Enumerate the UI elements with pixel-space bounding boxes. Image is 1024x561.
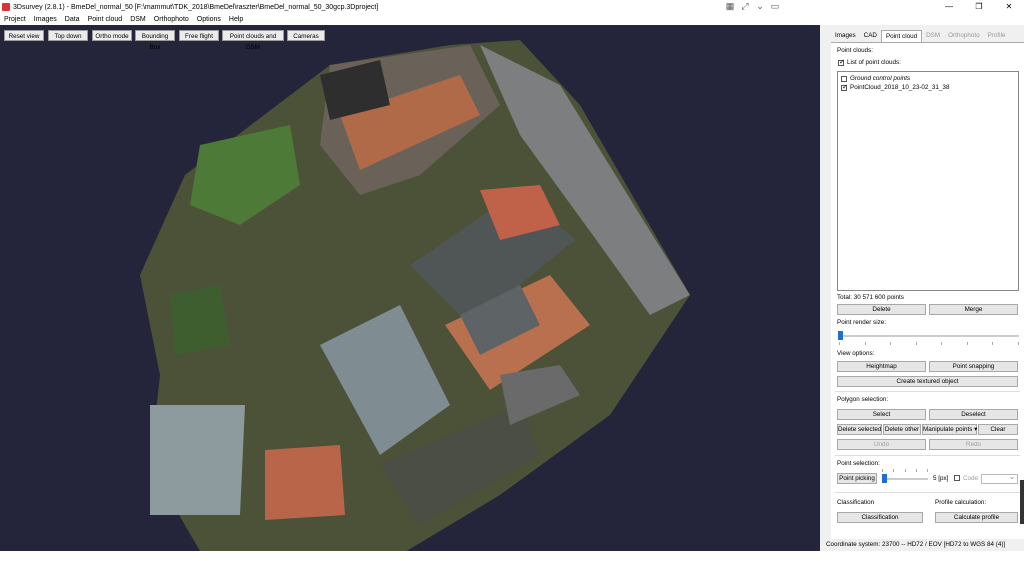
point-render-size-track[interactable] (839, 335, 1019, 337)
point-snapping-button[interactable]: Point snapping (929, 361, 1018, 372)
list-point-clouds-checkbox[interactable] (838, 58, 845, 66)
reset-view-button[interactable]: Reset view (4, 30, 44, 41)
title-bar: 3Dsurvey (2.8.1) - BmeDel_normal_50 [F:\… (0, 0, 1024, 14)
chevron-down-icon[interactable]: ⌄ (754, 1, 766, 12)
dropdown-arrow-icon: ▾ (972, 426, 978, 433)
list-point-clouds-label: List of point clouds: (847, 59, 901, 66)
manipulate-points-label: Manipulate points (923, 426, 973, 433)
delete-selected-button[interactable]: Delete selected (837, 424, 882, 435)
point-render-size-slider[interactable] (838, 331, 843, 340)
point-cloud-render (140, 40, 690, 551)
app-logo-icon (2, 3, 10, 11)
menu-help[interactable]: Help (225, 16, 247, 23)
status-bar: Coordinate system: 23700 -- HD72 / EOV [… (826, 541, 1006, 548)
code-label: Code: (963, 475, 980, 482)
classification-label: Classification (837, 499, 875, 506)
fullscreen-icon[interactable]: ⤢ (739, 1, 751, 12)
divider (835, 455, 1020, 456)
divider (835, 492, 1020, 493)
restore-button[interactable]: ❐ (964, 0, 994, 14)
close-button[interactable]: ✕ (994, 0, 1024, 14)
ground-control-points-checkbox[interactable] (841, 76, 847, 82)
panel-tabs: Images CAD Point cloud DSM Orthophoto Pr… (831, 30, 1009, 42)
point-cloud-list[interactable]: Ground control points PointCloud_2018_10… (837, 71, 1019, 291)
total-points: Total: 30 571 600 points (837, 294, 904, 301)
tab-point-cloud[interactable]: Point cloud (880, 30, 923, 42)
manipulate-points-dropdown[interactable]: Manipulate points ▾ (922, 424, 977, 435)
ortho-mode-button[interactable]: Ortho mode (92, 30, 132, 41)
heightmap-button[interactable]: Heightmap (837, 361, 926, 372)
grid-icon[interactable]: ▦ (724, 1, 736, 12)
point-cloud-pane: Point clouds: List of point clouds: Grou… (831, 42, 1024, 539)
point-cloud-checkbox[interactable] (841, 83, 848, 91)
point-picking-button[interactable]: Point picking (837, 473, 877, 484)
menu-orthophoto[interactable]: Orthophoto (150, 16, 193, 23)
tab-dsm[interactable]: DSM (922, 30, 944, 42)
window-title: 3Dsurvey (2.8.1) - BmeDel_normal_50 [F:\… (13, 3, 379, 11)
view-options-label: View options: (837, 350, 875, 357)
point-selection-label: Point selection: (837, 460, 880, 467)
delete-other-button[interactable]: Delete other (883, 424, 921, 435)
pick-size-slider[interactable] (882, 474, 887, 483)
bounding-box-button[interactable]: Bounding Box (135, 30, 175, 51)
point-render-size-label: Point render size: (837, 319, 887, 326)
right-panel: Images CAD Point cloud DSM Orthophoto Pr… (831, 28, 1024, 539)
select-button[interactable]: Select (837, 409, 926, 420)
redo-button[interactable]: Redo (929, 439, 1018, 450)
deselect-button[interactable]: Deselect (929, 409, 1018, 420)
tab-orthophoto[interactable]: Orthophoto (944, 30, 984, 42)
point-cloud-viewport[interactable]: Reset view Top down Ortho mode Bounding … (0, 25, 820, 551)
menu-data[interactable]: Data (61, 16, 84, 23)
menu-dsm[interactable]: DSM (126, 16, 150, 23)
code-combobox[interactable] (981, 473, 1018, 484)
divider (835, 391, 1020, 392)
list-item-label: Ground control points (850, 75, 911, 82)
delete-button[interactable]: Delete (837, 304, 926, 315)
profile-calculation-label: Profile calculation: (935, 499, 987, 506)
bottom-strip (0, 551, 1024, 561)
cameras-button[interactable]: Cameras (287, 30, 325, 41)
monitor-icon[interactable]: ▭ (769, 1, 781, 12)
menu-bar: Project Images Data Point cloud DSM Orth… (0, 14, 1024, 25)
point-clouds-header: Point clouds: (837, 47, 874, 54)
free-flight-button[interactable]: Free flight (179, 30, 219, 41)
title-toolbar: ▦ ⤢ ⌄ ▭ (724, 1, 781, 12)
point-clouds-and-dsm-button[interactable]: Point clouds and DSM (222, 30, 284, 51)
slider-ticks (882, 469, 928, 472)
classification-button[interactable]: Classification (837, 512, 923, 523)
tab-images[interactable]: Images (831, 30, 860, 42)
clear-button[interactable]: Clear (978, 424, 1018, 435)
merge-button[interactable]: Merge (929, 304, 1018, 315)
menu-project[interactable]: Project (0, 16, 30, 23)
top-down-button[interactable]: Top down (48, 30, 88, 41)
pick-size-track[interactable] (882, 478, 928, 480)
pick-size-value: 5 [px] (933, 475, 949, 482)
polygon-selection-label: Polygon selection: (837, 396, 889, 403)
create-textured-object-button[interactable]: Create textured object (837, 376, 1018, 387)
menu-options[interactable]: Options (193, 16, 225, 23)
code-checkbox[interactable] (954, 475, 960, 481)
menu-point-cloud[interactable]: Point cloud (84, 16, 127, 23)
menu-images[interactable]: Images (30, 16, 61, 23)
undo-button[interactable]: Undo (837, 439, 926, 450)
list-item-label: PointCloud_2018_10_23-02_31_38 (850, 84, 950, 91)
panel-scrollbar[interactable] (1020, 480, 1024, 524)
minimize-button[interactable]: — (934, 0, 964, 14)
tab-profile[interactable]: Profile (984, 30, 1010, 42)
slider-ticks (839, 342, 1019, 345)
window-controls: — ❐ ✕ (934, 0, 1024, 14)
tab-cad[interactable]: CAD (860, 30, 881, 42)
calculate-profile-button[interactable]: Calculate profile (935, 512, 1018, 523)
